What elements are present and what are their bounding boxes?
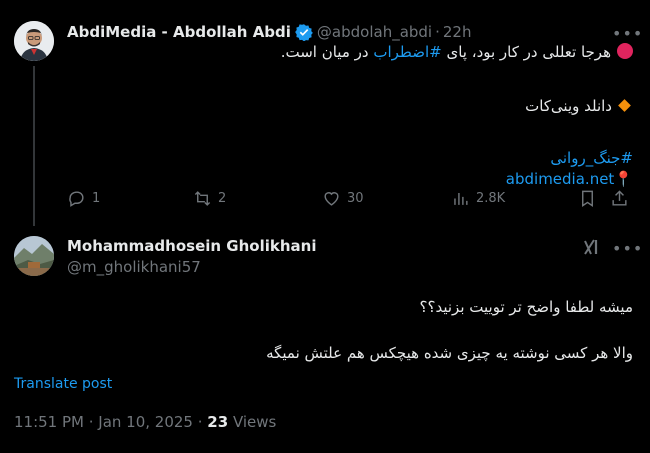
views-button[interactable]: 2.8K <box>451 189 505 208</box>
website-link[interactable]: abdimedia.net <box>506 170 615 188</box>
reply-views-label: Views <box>232 413 277 431</box>
hashtag-link[interactable]: #جنگ_روانی <box>550 149 633 167</box>
reply-header: Mohammadhosein Gholikhani @m_gholikhani5… <box>67 237 316 276</box>
orange-diamond-emoji-icon <box>618 99 631 112</box>
tweet-text: هرجا تعللی در کار بود، پای #اضطراب در می… <box>73 42 633 190</box>
retweet-icon <box>194 191 211 206</box>
action-bar: 1 2 30 2.8K <box>0 189 650 211</box>
red-circle-emoji-icon <box>617 43 633 59</box>
like-count: 30 <box>347 191 364 206</box>
translate-post-link[interactable]: Translate post <box>14 376 112 392</box>
reply-author-handle[interactable]: @m_gholikhani57 <box>67 258 316 276</box>
separator-dot: · <box>435 23 440 41</box>
tweet-text-part: دانلد وینی‌کات <box>525 97 612 115</box>
like-button[interactable]: 30 <box>322 189 364 208</box>
person-photo-icon <box>14 21 54 61</box>
pin-emoji-icon: 📍 <box>614 170 633 188</box>
more-options-icon[interactable]: ••• <box>612 24 643 43</box>
reply-button[interactable]: 1 <box>67 189 100 208</box>
reply-author-avatar[interactable] <box>14 236 54 276</box>
reply-icon <box>69 191 84 207</box>
share-button[interactable] <box>610 189 635 208</box>
reply-author-display-name[interactable]: Mohammadhosein Gholikhani <box>67 237 316 255</box>
author-avatar[interactable] <box>14 21 54 61</box>
tweet-time[interactable]: 22h <box>443 23 472 41</box>
heart-icon <box>324 192 339 206</box>
landscape-photo-icon <box>14 236 54 276</box>
author-display-name[interactable]: AbdiMedia - Abdollah Abdi <box>67 23 291 41</box>
analytics-icon <box>454 192 468 205</box>
grok-icon[interactable] <box>582 237 602 257</box>
reply-count: 1 <box>92 191 101 206</box>
reply-line-1: میشه لطفا واضح تر توییت بزنید؟؟ <box>419 298 633 316</box>
tweet-text-part: هرجا تعللی در کار بود، پای <box>446 43 611 61</box>
tweet-line-2: دانلد وینی‌کات <box>73 96 633 117</box>
bookmark-button[interactable] <box>578 189 603 208</box>
share-icon <box>612 190 627 206</box>
reply-meta: 11:51 PM · Jan 10, 2025 · 23 Views <box>14 413 276 431</box>
reply-views-count: 23 <box>207 413 229 431</box>
bookmark-icon <box>582 190 593 207</box>
tweet-line-1: هرجا تعللی در کار بود، پای #اضطراب در می… <box>73 42 633 63</box>
verified-badge-icon <box>295 23 313 41</box>
reply-timestamp[interactable]: 11:51 PM · Jan 10, 2025 · <box>14 413 207 431</box>
reply-text: میشه لطفا واضح تر توییت بزنید؟؟ والا هر … <box>73 298 633 368</box>
retweet-button[interactable]: 2 <box>193 189 226 208</box>
tweet-text-part: در میان است. <box>280 43 369 61</box>
reply-line-2: والا هر کسی نوشته یه چیزی شده هیچکس هم ع… <box>266 344 633 362</box>
views-count: 2.8K <box>476 191 506 206</box>
retweet-count: 2 <box>218 191 227 206</box>
hashtag-link[interactable]: #اضطراب <box>373 43 441 61</box>
author-handle[interactable]: @abdolah_abdi <box>317 23 432 41</box>
reply-more-options-icon[interactable]: ••• <box>612 239 643 258</box>
tweet-header: AbdiMedia - Abdollah Abdi @abdolah_abdi … <box>67 21 471 43</box>
